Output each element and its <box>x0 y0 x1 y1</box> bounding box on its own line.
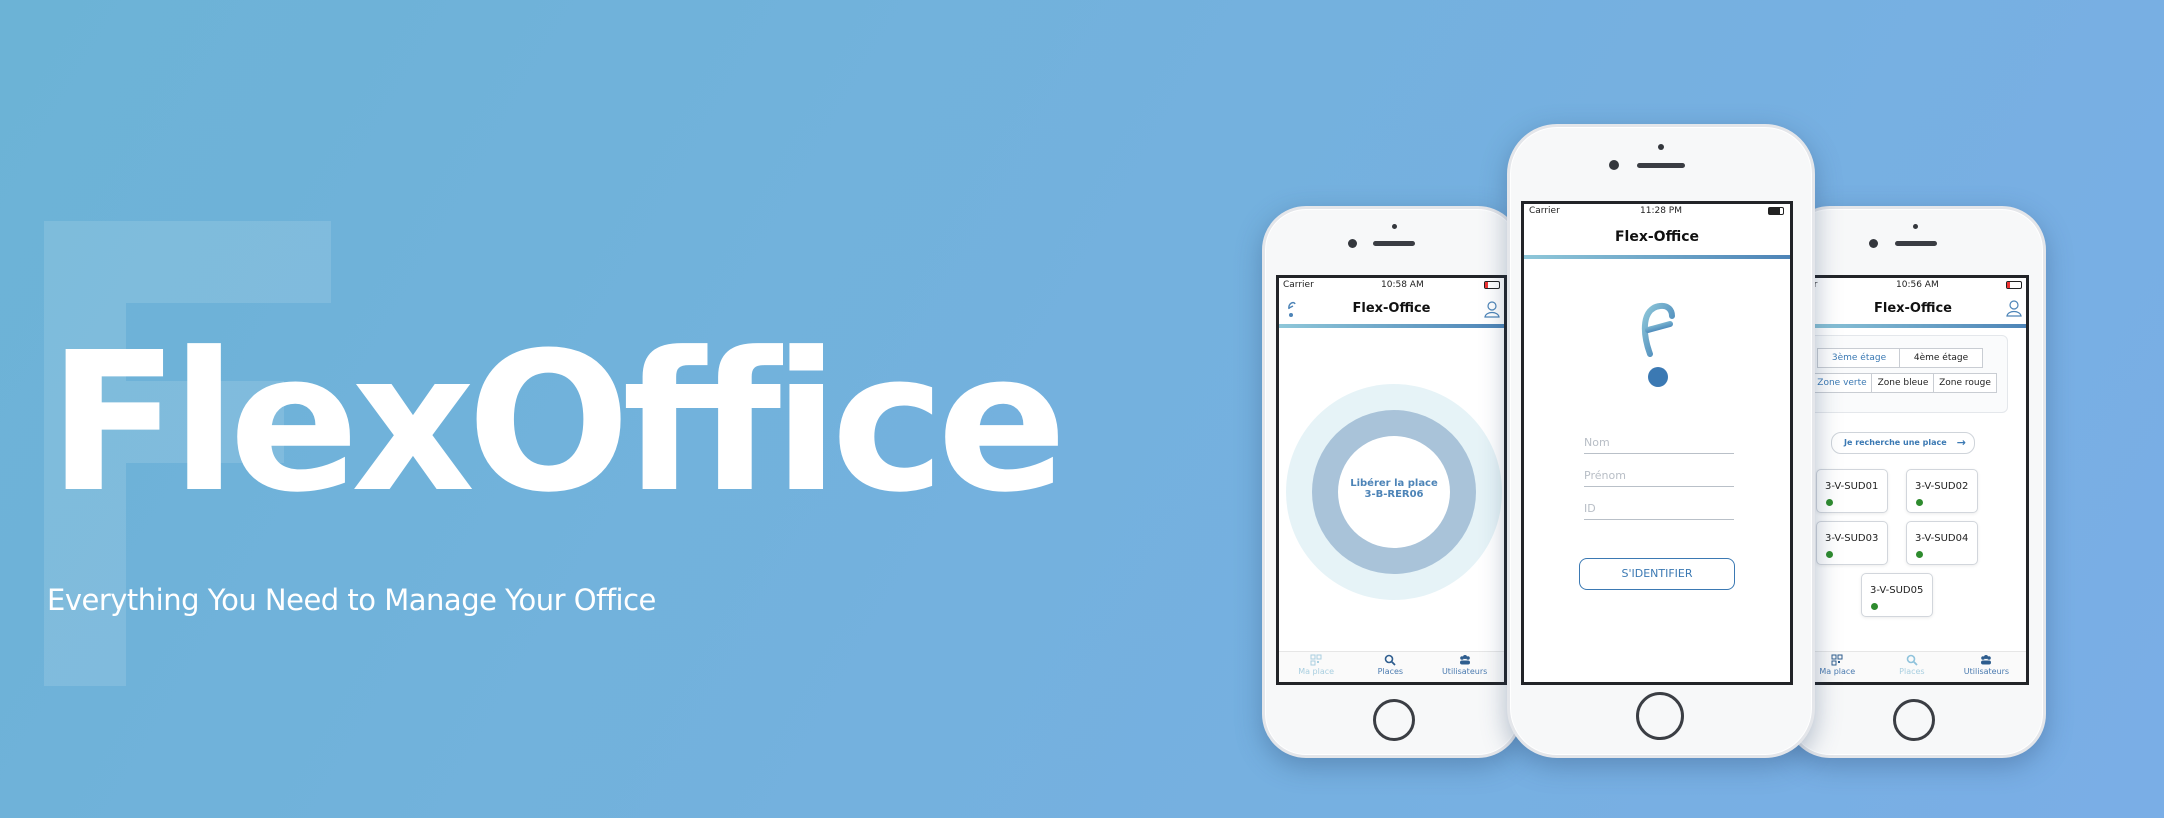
battery-icon <box>2006 281 2022 289</box>
tab-places[interactable]: Places <box>1353 654 1427 676</box>
nav-bar: Flex-Office <box>1524 222 1790 252</box>
battery-icon <box>1768 207 1784 215</box>
home-button[interactable] <box>1636 692 1684 740</box>
status-time: 10:58 AM <box>1381 280 1424 290</box>
app-title: Flex-Office <box>1352 301 1431 316</box>
login-button[interactable]: S'IDENTIFIER <box>1579 558 1735 590</box>
status-bar: Carrier 11:28 PM <box>1524 204 1790 218</box>
phone-center: Carrier 11:28 PM Flex-Office Nom Prénom … <box>1507 124 1815 758</box>
phone-right-screen: rier 10:56 AM Flex-Office 3ème étage 4èm… <box>1797 275 2029 685</box>
release-button[interactable]: Libérer la place 3-B-RER06 <box>1338 436 1450 548</box>
place-card[interactable]: 3-V-SUD03 <box>1816 521 1888 565</box>
nav-divider <box>1279 324 1504 328</box>
id-field[interactable]: ID <box>1584 502 1734 520</box>
place-name: 3-V-SUD04 <box>1915 533 1969 544</box>
tab-label: Utilisateurs <box>1963 667 2010 676</box>
name-field[interactable]: Nom <box>1584 436 1734 454</box>
tab-label: Ma place <box>1819 667 1856 676</box>
tab-label: Utilisateurs <box>1441 667 1488 676</box>
tab-bar: Ma place Places Utilisateurs <box>1279 651 1504 682</box>
nav-divider <box>1524 255 1790 259</box>
flexoffice-logo-icon <box>1641 302 1675 387</box>
place-card[interactable]: 3-V-SUD02 <box>1906 469 1978 513</box>
app-title: Flex-Office <box>1614 229 1699 245</box>
place-name: 3-V-SUD02 <box>1915 481 1969 492</box>
front-camera <box>1609 160 1619 170</box>
front-camera <box>1348 239 1357 248</box>
carrier-label: Carrier <box>1283 280 1314 290</box>
app-title: Flex-Office <box>1873 301 1952 316</box>
search-icon <box>1385 654 1397 666</box>
search-place-button[interactable]: Je recherche une place → <box>1831 432 1975 454</box>
brand-tagline: Everything You Need to Manage Your Offic… <box>47 583 656 617</box>
nav-divider <box>1800 324 2026 328</box>
tab-bar: Ma place Places Utilisateurs <box>1800 651 2026 682</box>
nav-bar: Flex-Office <box>1279 296 1504 322</box>
status-bar: Carrier 10:58 AM <box>1279 278 1504 292</box>
zone-option-rouge[interactable]: Zone rouge <box>1933 373 1997 393</box>
earpiece-speaker <box>1637 163 1685 168</box>
home-button[interactable] <box>1373 699 1415 741</box>
arrow-right-icon: → <box>1956 436 1966 449</box>
home-button[interactable] <box>1893 699 1935 741</box>
place-card[interactable]: 3-V-SUD05 <box>1861 573 1933 617</box>
front-camera <box>1869 239 1878 248</box>
zone-option-verte[interactable]: Zone verte <box>1811 373 1873 393</box>
available-indicator <box>1826 499 1833 506</box>
release-place-id: 3-B-RER06 <box>1364 489 1424 500</box>
nav-bar: Flex-Office <box>1800 296 2026 322</box>
qr-code-icon <box>1310 654 1322 666</box>
tab-label: Ma place <box>1298 667 1335 676</box>
status-bar: rier 10:56 AM <box>1800 278 2026 292</box>
brand-title: FlexOffice <box>48 312 1067 535</box>
earpiece-speaker <box>1373 241 1415 246</box>
place-name: 3-V-SUD03 <box>1825 533 1879 544</box>
proximity-sensor <box>1658 144 1664 150</box>
floor-option-4[interactable]: 4ème étage <box>1899 348 1983 368</box>
user-icon[interactable] <box>2006 299 2022 317</box>
users-icon <box>1459 655 1470 665</box>
tab-label: Places <box>1377 667 1404 676</box>
tab-utilisateurs[interactable]: Utilisateurs <box>1949 654 2024 676</box>
tab-ma-place[interactable]: Ma place <box>1279 654 1353 676</box>
search-icon <box>1906 654 1918 666</box>
qr-code-icon <box>1831 654 1843 666</box>
tab-places[interactable]: Places <box>1875 654 1950 676</box>
phone-left: Carrier 10:58 AM Flex-Office Libérer la … <box>1262 206 1522 758</box>
phone-left-screen: Carrier 10:58 AM Flex-Office Libérer la … <box>1276 275 1507 685</box>
carrier-label: Carrier <box>1529 206 1560 216</box>
place-card[interactable]: 3-V-SUD04 <box>1906 521 1978 565</box>
filter-card: 3ème étage 4ème étage Zone verte Zone bl… <box>1806 335 2008 413</box>
battery-icon <box>1484 281 1500 289</box>
firstname-field[interactable]: Prénom <box>1584 469 1734 487</box>
place-name: 3-V-SUD05 <box>1870 585 1924 596</box>
status-time: 10:56 AM <box>1896 280 1939 290</box>
floor-option-3[interactable]: 3ème étage <box>1817 348 1901 368</box>
tab-label: Places <box>1899 667 1925 676</box>
zone-option-bleue[interactable]: Zone bleue <box>1871 373 1935 393</box>
available-indicator <box>1826 551 1833 558</box>
phone-right: rier 10:56 AM Flex-Office 3ème étage 4èm… <box>1786 206 2046 758</box>
status-time: 11:28 PM <box>1640 206 1682 216</box>
release-label: Libérer la place <box>1350 478 1438 489</box>
flexoffice-logo-icon[interactable] <box>1287 300 1297 320</box>
available-indicator <box>1916 551 1923 558</box>
earpiece-speaker <box>1895 241 1937 246</box>
users-icon <box>1981 655 1992 665</box>
proximity-sensor <box>1913 224 1918 229</box>
place-name: 3-V-SUD01 <box>1825 481 1879 492</box>
proximity-sensor <box>1392 224 1397 229</box>
search-place-label: Je recherche une place <box>1844 438 1947 447</box>
phone-center-screen: Carrier 11:28 PM Flex-Office Nom Prénom … <box>1521 201 1793 685</box>
available-indicator <box>1871 603 1878 610</box>
available-indicator <box>1916 499 1923 506</box>
tab-utilisateurs[interactable]: Utilisateurs <box>1428 654 1502 676</box>
user-icon[interactable] <box>1484 300 1500 318</box>
place-card[interactable]: 3-V-SUD01 <box>1816 469 1888 513</box>
